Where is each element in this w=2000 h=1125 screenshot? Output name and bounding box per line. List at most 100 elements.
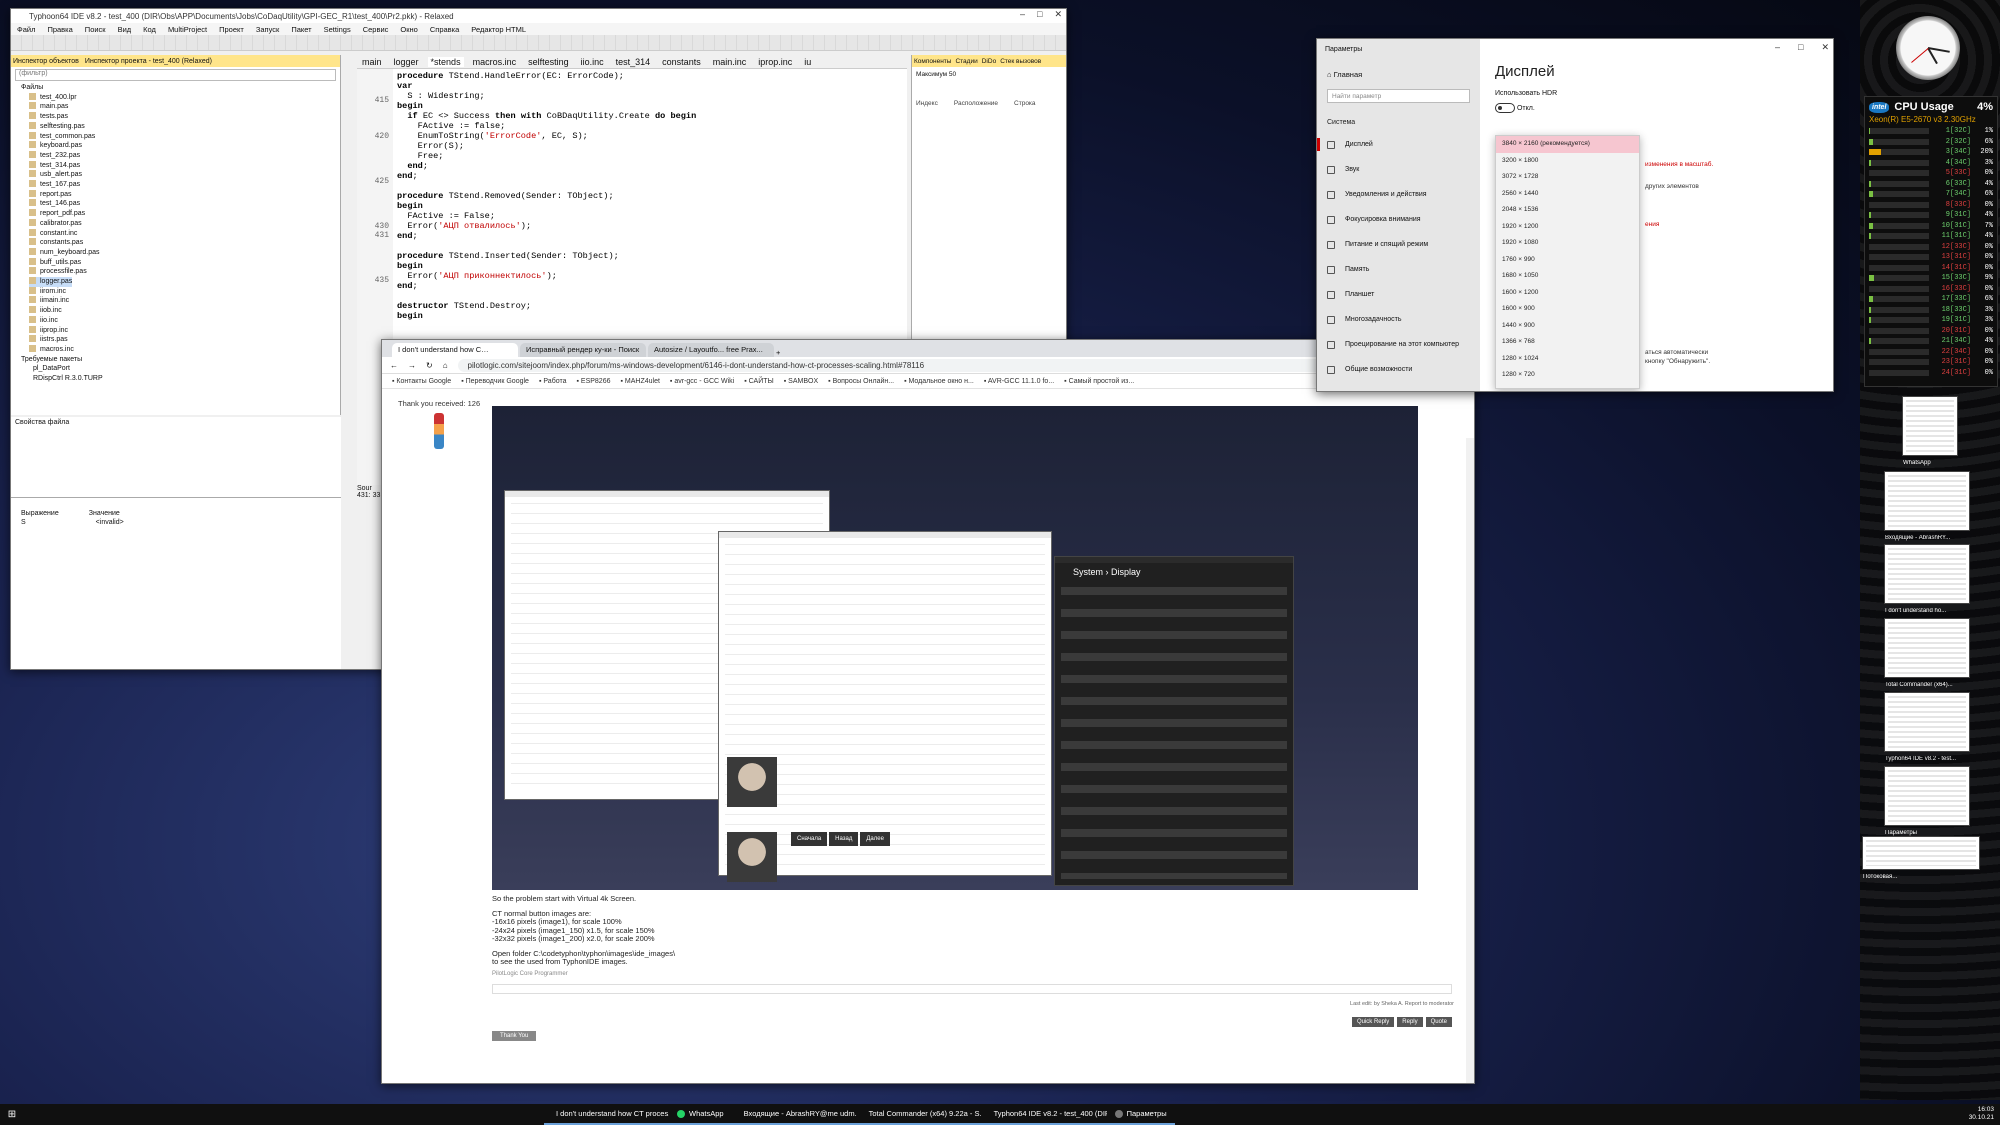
resolution-option[interactable]: 1280 × 1024 bbox=[1496, 351, 1639, 368]
file-item[interactable]: selftesting.pas bbox=[21, 122, 340, 132]
file-item[interactable]: calibrator.pas bbox=[21, 219, 340, 229]
panel-tab[interactable]: Компоненты bbox=[914, 58, 951, 65]
file-item[interactable]: logger.pas bbox=[21, 277, 340, 287]
editor-tab[interactable]: test_314 bbox=[613, 57, 654, 67]
file-item[interactable]: constants.pas bbox=[21, 238, 340, 248]
file-item[interactable]: iiob.inc bbox=[21, 306, 340, 316]
settings-nav-item[interactable]: Многозадачность bbox=[1317, 307, 1480, 332]
thank-you-button[interactable]: Thank You bbox=[492, 1031, 537, 1041]
resolution-option[interactable]: 1680 × 1050 bbox=[1496, 268, 1639, 285]
settings-nav-item[interactable]: Звук bbox=[1317, 157, 1480, 182]
file-item[interactable]: macros.inc bbox=[21, 345, 340, 355]
window-preview[interactable]: Параметры bbox=[1884, 766, 1970, 836]
quote-button[interactable]: Quote bbox=[1425, 1017, 1452, 1027]
menu-item[interactable]: Запуск bbox=[256, 25, 279, 34]
settings-nav-item[interactable]: Фокусировка внимания bbox=[1317, 207, 1480, 232]
reply-box[interactable] bbox=[492, 984, 1452, 994]
browser-tab[interactable]: I don't understand how C… bbox=[392, 343, 518, 357]
editor-tab[interactable]: *stends bbox=[427, 56, 464, 67]
code-area[interactable]: procedure TStend.HandleError(EC: ErrorCo… bbox=[397, 71, 696, 321]
forward-icon[interactable]: → bbox=[408, 361, 416, 370]
settings-nav-item[interactable]: Планшет bbox=[1317, 282, 1480, 307]
resolution-option[interactable]: 1920 × 1080 bbox=[1496, 235, 1639, 252]
browser-tab[interactable]: Исправный рендер ку-ки - Поиск bbox=[520, 343, 646, 357]
file-item[interactable]: test_167.pas bbox=[21, 180, 340, 190]
menu-item[interactable]: MultiProject bbox=[168, 25, 207, 34]
editor-tab[interactable]: main bbox=[359, 57, 385, 67]
panel-tab[interactable]: Стек вызовов bbox=[1000, 58, 1041, 65]
file-item[interactable]: iimain.inc bbox=[21, 296, 340, 306]
file-item[interactable]: test_common.pas bbox=[21, 132, 340, 142]
settings-window[interactable]: Параметры ⌂ Главная Найти параметр Систе… bbox=[1316, 38, 1834, 392]
browser-window[interactable]: I don't understand how C… Исправный ренде… bbox=[381, 339, 1475, 1084]
settings-nav-item[interactable]: Общие возможности bbox=[1317, 357, 1480, 382]
file-item[interactable]: test_314.pas bbox=[21, 161, 340, 171]
resolution-option[interactable]: 1920 × 1200 bbox=[1496, 219, 1639, 236]
bookmark[interactable]: ▪ САЙТЫ bbox=[744, 378, 774, 385]
file-item[interactable]: test_400.lpr bbox=[21, 93, 340, 103]
bookmark[interactable]: ▪ Самый простой из... bbox=[1064, 378, 1134, 385]
editor-tab[interactable]: constants bbox=[659, 57, 704, 67]
file-item[interactable]: constant.inc bbox=[21, 229, 340, 239]
back-icon[interactable]: ← bbox=[390, 361, 398, 370]
menu-item[interactable]: Поиск bbox=[85, 25, 106, 34]
editor-tab[interactable]: iu bbox=[801, 57, 814, 67]
resolution-option[interactable]: 1366 × 768 bbox=[1496, 334, 1639, 351]
window-preview[interactable]: Total Commander (x64)... bbox=[1884, 618, 1970, 688]
package-item[interactable]: pl_DataPort bbox=[21, 364, 340, 374]
resolution-option[interactable]: 2560 × 1440 bbox=[1496, 186, 1639, 203]
system-tray[interactable]: 16:03 30.10.21 bbox=[1969, 1106, 1994, 1122]
resolution-option[interactable]: 3840 × 2160 (рекомендуется) bbox=[1496, 136, 1639, 153]
file-item[interactable]: test_232.pas bbox=[21, 151, 340, 161]
menu-item[interactable]: Сервис bbox=[363, 25, 389, 34]
file-item[interactable]: iistrs.pas bbox=[21, 335, 340, 345]
minimize-icon[interactable]: – bbox=[1775, 42, 1780, 53]
filter-input[interactable]: (фильтр) bbox=[15, 69, 336, 81]
file-item[interactable]: processfile.pas bbox=[21, 267, 340, 277]
tree-root-files[interactable]: Файлы bbox=[21, 83, 340, 93]
bookmark[interactable]: ▪ ESP8266 bbox=[576, 378, 610, 385]
file-item[interactable]: keyboard.pas bbox=[21, 141, 340, 151]
resolution-dropdown[interactable]: 3840 × 2160 (рекомендуется) 3200 × 1800 30… bbox=[1495, 135, 1640, 389]
reply-button[interactable]: Reply bbox=[1397, 1017, 1423, 1027]
resolution-option[interactable]: 3072 × 1728 bbox=[1496, 169, 1639, 186]
tab-project-inspector[interactable]: Инспектор проекта - test_400 (Relaxed) bbox=[85, 58, 212, 65]
editor-tab[interactable]: macros.inc bbox=[470, 57, 520, 67]
resolution-option[interactable]: 1600 × 900 bbox=[1496, 301, 1639, 318]
resolution-option[interactable]: 2048 × 1536 bbox=[1496, 202, 1639, 219]
windows-start-icon[interactable]: ⊞ bbox=[0, 1109, 24, 1120]
settings-nav-item[interactable]: Питание и спящий режим bbox=[1317, 232, 1480, 257]
editor-tab[interactable]: selftesting bbox=[525, 57, 572, 67]
bookmark[interactable]: ▪ Работа bbox=[539, 378, 567, 385]
maximize-icon[interactable]: □ bbox=[1798, 42, 1803, 53]
menu-item[interactable]: Справка bbox=[430, 25, 459, 34]
window-preview[interactable]: Входящие - AbrashRY... bbox=[1884, 471, 1970, 541]
home-icon[interactable]: ⌂ bbox=[443, 361, 448, 370]
taskbar-app[interactable]: Параметры bbox=[1106, 1104, 1175, 1125]
resolution-option[interactable]: 3200 × 1800 bbox=[1496, 153, 1639, 170]
menu-item[interactable]: Правка bbox=[47, 25, 72, 34]
stack-max[interactable]: Максимум 50 bbox=[912, 67, 1066, 82]
last-edit[interactable]: Last edit: by Sheka A. Report to moderat… bbox=[1350, 1001, 1454, 1007]
settings-nav-item[interactable]: Дисплей bbox=[1317, 132, 1480, 157]
editor-tab[interactable]: logger bbox=[391, 57, 422, 67]
new-tab-icon[interactable]: + bbox=[776, 348, 780, 357]
menu-item[interactable]: Файл bbox=[17, 25, 35, 34]
editor-tab[interactable]: iprop.inc bbox=[755, 57, 795, 67]
resolution-option[interactable]: 1760 × 990 bbox=[1496, 252, 1639, 269]
file-item[interactable]: test_146.pas bbox=[21, 199, 340, 209]
resolution-option[interactable]: 1280 × 720 bbox=[1496, 367, 1639, 384]
taskbar-app[interactable]: Входящие - AbrashRY@me udm... bbox=[731, 1104, 857, 1125]
file-item[interactable]: iiprop.inc bbox=[21, 326, 340, 336]
file-item[interactable]: tests.pas bbox=[21, 112, 340, 122]
settings-nav-item[interactable]: Уведомления и действия bbox=[1317, 182, 1480, 207]
settings-home[interactable]: ⌂ Главная bbox=[1317, 60, 1480, 83]
resolution-option[interactable]: 1440 × 900 bbox=[1496, 318, 1639, 335]
scrollbar[interactable] bbox=[1466, 438, 1474, 1083]
quick-reply-button[interactable]: Quick Reply bbox=[1351, 1017, 1395, 1027]
close-icon[interactable]: ✕ bbox=[1054, 9, 1062, 20]
tab-object-inspector[interactable]: Инспектор объектов bbox=[13, 58, 79, 65]
file-item[interactable]: report.pas bbox=[21, 190, 340, 200]
ide-toolbar[interactable] bbox=[11, 35, 1066, 51]
resolution-option[interactable]: 1600 × 1200 bbox=[1496, 285, 1639, 302]
